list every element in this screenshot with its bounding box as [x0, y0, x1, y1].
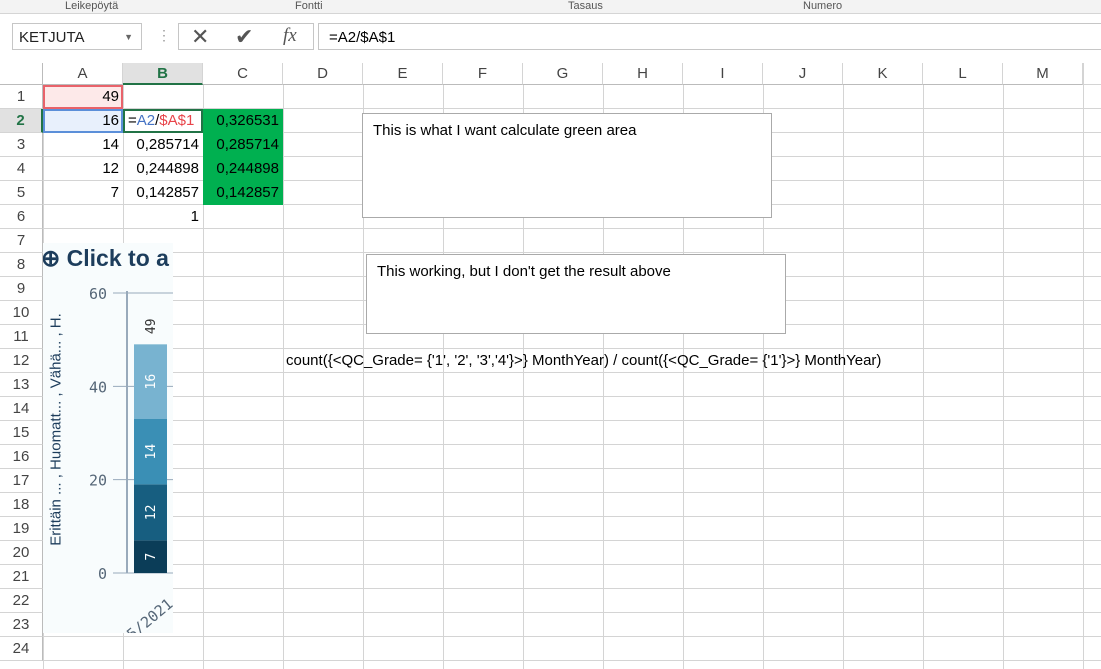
- row-header-24[interactable]: 24: [0, 637, 43, 661]
- x-tick-label: 5/2021: [123, 595, 173, 633]
- column-header-M[interactable]: M: [1003, 63, 1083, 85]
- row-header-22[interactable]: 22: [0, 589, 43, 613]
- cell-b6[interactable]: 1: [123, 205, 203, 229]
- cell-c5[interactable]: 0,142857: [203, 181, 283, 205]
- column-header-I[interactable]: I: [683, 63, 763, 85]
- row-header-2[interactable]: 2: [0, 109, 43, 133]
- segment-label: 14: [144, 444, 159, 460]
- row-header-18[interactable]: 18: [0, 493, 43, 517]
- row-header-11[interactable]: 11: [0, 325, 43, 349]
- segment-label: 16: [144, 374, 159, 390]
- column-header-D[interactable]: D: [283, 63, 363, 85]
- ref-a1: $A$1: [159, 112, 195, 129]
- row-header-21[interactable]: 21: [0, 565, 43, 589]
- column-header-G[interactable]: G: [523, 63, 603, 85]
- row-header-9[interactable]: 9: [0, 277, 43, 301]
- row-header-4[interactable]: 4: [0, 157, 43, 181]
- ref-a2: A2: [136, 112, 156, 129]
- column-header-J[interactable]: J: [763, 63, 843, 85]
- column-header-L[interactable]: L: [923, 63, 1003, 85]
- row-header-7[interactable]: 7: [0, 229, 43, 253]
- row-header-17[interactable]: 17: [0, 469, 43, 493]
- cell-c4[interactable]: 0,244898: [203, 157, 283, 181]
- cancel-icon[interactable]: ✕: [191, 24, 209, 50]
- row-header-12[interactable]: 12: [0, 349, 43, 373]
- insert-function-icon[interactable]: fx: [283, 25, 297, 47]
- row-header-13[interactable]: 13: [0, 373, 43, 397]
- more-icon[interactable]: ⋮: [157, 27, 171, 44]
- row-header-14[interactable]: 14: [0, 397, 43, 421]
- cell-b3[interactable]: 0,285714: [123, 133, 203, 157]
- eq: =: [128, 112, 137, 129]
- y-tick-label: 40: [89, 378, 107, 396]
- expression-text: count({<QC_Grade= {'1', '2', '3','4'}>} …: [286, 352, 882, 369]
- row-header-8[interactable]: 8: [0, 253, 43, 277]
- ribbon-group-font: Fontti: [295, 0, 323, 12]
- row-header-10[interactable]: 10: [0, 301, 43, 325]
- column-header-C[interactable]: C: [203, 63, 283, 85]
- cell-c3[interactable]: 0,285714: [203, 133, 283, 157]
- select-all-button[interactable]: [0, 63, 43, 85]
- column-header-F[interactable]: F: [443, 63, 523, 85]
- y-tick-label: 20: [89, 472, 107, 490]
- column-header-B[interactable]: B: [123, 63, 203, 85]
- cell-b2-editing[interactable]: =A2/$A$1: [123, 109, 203, 133]
- y-tick-label: 0: [98, 565, 107, 583]
- row-header-15[interactable]: 15: [0, 421, 43, 445]
- cell-a3[interactable]: 14: [43, 133, 123, 157]
- ribbon: Leikepöytä Fontti Tasaus Numero: [0, 0, 1101, 14]
- chevron-down-icon[interactable]: ▼: [124, 24, 133, 51]
- ribbon-group-alignment: Tasaus: [568, 0, 603, 12]
- total-label: 49: [144, 319, 159, 335]
- row-header-6[interactable]: 6: [0, 205, 43, 229]
- row-header-23[interactable]: 23: [0, 613, 43, 637]
- row-header-20[interactable]: 20: [0, 541, 43, 565]
- chart-svg: 02040607121416495/20217/2: [89, 285, 173, 633]
- segment-label: 12: [144, 505, 159, 521]
- cell-b4[interactable]: 0,244898: [123, 157, 203, 181]
- chart-image: ⊕ Click to a Erittäin ... , Huomatt... ,…: [43, 243, 173, 633]
- cell-a4[interactable]: 12: [43, 157, 123, 181]
- segment-label: 7: [144, 553, 159, 561]
- cell-a1[interactable]: 49: [43, 85, 123, 109]
- cell-b5[interactable]: 0,142857: [123, 181, 203, 205]
- ribbon-group-clipboard: Leikepöytä: [65, 0, 119, 12]
- row-header-19[interactable]: 19: [0, 517, 43, 541]
- cell-c2[interactable]: 0,326531: [203, 109, 283, 133]
- formula-buttons: ✕ ✔ fx: [178, 23, 314, 50]
- textbox-working[interactable]: This working, but I don't get the result…: [366, 254, 786, 334]
- column-header-E[interactable]: E: [363, 63, 443, 85]
- column-header-A[interactable]: A: [43, 63, 123, 85]
- enter-icon[interactable]: ✔: [235, 24, 253, 50]
- ribbon-group-number: Numero: [803, 0, 843, 12]
- cell-a5[interactable]: 7: [43, 181, 123, 205]
- column-header-H[interactable]: H: [603, 63, 683, 85]
- row-header-3[interactable]: 3: [0, 133, 43, 157]
- row-header-16[interactable]: 16: [0, 445, 43, 469]
- column-header-K[interactable]: K: [843, 63, 923, 85]
- name-box[interactable]: KETJUTA ▼: [12, 23, 142, 50]
- row-header-1[interactable]: 1: [0, 85, 43, 109]
- y-tick-label: 60: [89, 285, 107, 303]
- cell-a2[interactable]: 16: [43, 109, 123, 133]
- name-box-value: KETJUTA: [19, 29, 85, 46]
- formula-input[interactable]: =A2/$A$1: [318, 23, 1101, 50]
- row-header-5[interactable]: 5: [0, 181, 43, 205]
- textbox-want[interactable]: This is what I want calculate green area: [362, 113, 772, 218]
